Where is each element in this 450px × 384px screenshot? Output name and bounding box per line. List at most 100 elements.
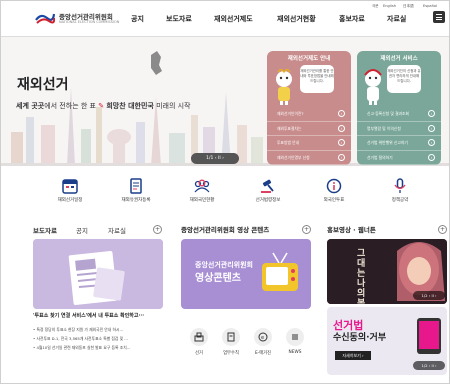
quick-link-registration[interactable]: 재외유권자등록	[103, 178, 169, 203]
nav-system[interactable]: 재외선거제도	[214, 14, 253, 24]
news-item-text: 특정 정당의 투표소 현장 지원 가 재외국민 안내 하시...	[36, 327, 124, 332]
promo-detail-button[interactable]: 자세히보기 ›	[335, 351, 371, 360]
panel-link[interactable]: 재외투표절차는 ›	[267, 122, 351, 136]
panel-link-label: 선거법 질의하기	[367, 154, 393, 160]
video-category-icons: 선거 업무수칙 e E-매거진 NEWS	[181, 326, 311, 376]
nav-press[interactable]: 보도자료	[166, 14, 192, 24]
panel-link-label: 선거법 위반행위 신고하기	[367, 140, 408, 145]
util-link-japanese[interactable]: 日本語	[403, 4, 414, 9]
quick-links-bar: 재외선거일정 재외유권자등록 재외국민현황 선거법령정보 외국인투표 정책공약	[1, 166, 449, 216]
video-banner-text: 중앙선거관리위원회 영상콘텐츠	[195, 259, 253, 285]
video-banner[interactable]: 중앙선거관리위원회 영상콘텐츠	[181, 239, 311, 309]
panel-link[interactable]: 투표방법 안내 ›	[267, 136, 351, 151]
video-category-label: 선거	[195, 351, 203, 356]
video-category-emagazine[interactable]: e E-매거진	[249, 328, 277, 356]
hero-banner: 재외선거 세계 곳곳에서 전하는 한 표 ✎ 희망찬 대한민국 미래의 시작 1…	[1, 37, 449, 166]
quick-link-label: 선거법령정보	[255, 198, 281, 203]
news-item[interactable]: • 4월10일 선거일 관련 재외동포 실천 발표 요구 등록 조치...	[33, 343, 173, 352]
promo-webtoon-banner[interactable]: 선거법 수신동의·거부 자세히보기 › 1/2 ‹ II ›	[327, 307, 447, 375]
arrow-right-icon: ›	[428, 110, 435, 117]
arrow-right-icon: ›	[428, 153, 435, 161]
panel-election-system: 재외선거제도 안내 재외선거관리를 통한 안내와 투표방법을 안내해 드립니다.…	[267, 51, 351, 165]
video-category-news[interactable]: NEWS	[281, 328, 309, 355]
arrow-right-icon: ›	[338, 139, 345, 146]
gavel-icon	[261, 179, 274, 193]
quick-link-label: 재외유권자등록	[121, 198, 151, 203]
panel-link[interactable]: 선거법 질의하기 ›	[357, 151, 441, 165]
svg-text:e: e	[261, 335, 264, 341]
panel-election-service: 재외선거 서비스 재외선거인의 신청과 유권자 편리하게 안내해 드립니다. 신…	[357, 51, 441, 165]
panel-link-label: 재외선거인이란?	[277, 111, 304, 116]
panel-link[interactable]: 재외선거인이란? ›	[267, 107, 351, 122]
panel-bubble: 재외선거관리를 통한 안내와 투표방법을 안내해 드립니다.	[300, 65, 334, 93]
util-link-korean[interactable]: 국문	[372, 4, 379, 9]
panel-link[interactable]: 선거법 위반행위 신고하기 ›	[357, 136, 441, 151]
news-tabs: 보도자료 공지 자료실	[33, 225, 158, 237]
quick-link-schedule[interactable]: 재외선거일정	[37, 178, 103, 203]
hero-sub-bold2: 희망찬 대한민국	[106, 102, 154, 110]
video-category-rules[interactable]: 업무수칙	[217, 328, 245, 356]
menu-icon[interactable]	[433, 11, 445, 23]
news-item[interactable]: • 특정 정당의 투표소 현장 지원 가 재외국민 안내 하시...	[33, 325, 173, 334]
news-headline[interactable]: '투표소 찾기 연결 서비스'에서 내 투표소 확인하고···	[33, 312, 144, 319]
news-item[interactable]: • 사전투표 D-1, 전국 3,565개 사전투표소 특별 점검 및 ...	[33, 334, 173, 343]
video-more-button[interactable]: +	[302, 225, 311, 234]
promo-pager-bottom[interactable]: 1/2 ‹ II ›	[413, 361, 445, 370]
arrow-right-icon: ›	[428, 124, 435, 132]
quick-link-label: 외국인투표	[323, 198, 345, 203]
nav-status[interactable]: 재외선거현황	[277, 14, 316, 24]
panel-link-label: 재외투표절차는	[277, 125, 302, 131]
promo-more-button[interactable]: +	[438, 225, 447, 234]
tab-notice[interactable]: 공지	[76, 225, 88, 235]
news-more-button[interactable]: +	[153, 225, 162, 234]
info-circle-icon	[326, 178, 342, 194]
nav-notice[interactable]: 공지	[131, 14, 144, 24]
util-link-spanish[interactable]: Español	[423, 4, 437, 8]
nav-archive[interactable]: 자료실	[387, 14, 406, 24]
video-section-title: 중앙선거관리위원회 영상 콘텐츠	[181, 226, 270, 234]
quick-link-foreigner[interactable]: 외국인투표	[301, 178, 367, 203]
newspaper-illustration	[33, 239, 163, 309]
promo-pager-top[interactable]: 1/2 ‹ II ›	[413, 291, 445, 300]
nav-promo[interactable]: 홍보자료	[339, 14, 365, 24]
hero-slider-control[interactable]: 1/1 ‹ II ›	[191, 153, 239, 164]
arrow-right-icon: ›	[338, 153, 345, 161]
news-list-icon	[286, 328, 304, 346]
hero-title: 재외선거	[17, 77, 69, 93]
document-list-icon	[130, 178, 142, 194]
promo-video-poster[interactable]: 그대는 나의 봄 1/2 ‹ II ›	[327, 239, 447, 304]
arrow-right-icon: ›	[338, 124, 345, 132]
video-category-election[interactable]: 선거	[185, 328, 213, 356]
quick-link-status[interactable]: 재외국민현황	[169, 178, 235, 203]
panel-link-label: 명부열람 및 이의신청	[367, 125, 401, 131]
hero-sub-bold1: 세계 곳곳	[16, 102, 45, 110]
hero-sub-text1: 에서 전하는 한 표	[44, 102, 96, 110]
quick-link-policy[interactable]: 정책공약	[367, 178, 433, 203]
quick-link-law[interactable]: 선거법령정보	[235, 178, 301, 203]
panel-link-label: 재외선거인명부 신청	[277, 154, 310, 160]
panel-list: 신고·등록신청 및 결과조회 › 명부열람 및 이의신청 › 선거법 위반행위 신고…	[357, 107, 441, 165]
site-header: 중앙선거관리위원회 NATIONAL ELECTION COMMISSION 국…	[1, 1, 449, 37]
retro-tv-icon	[262, 252, 298, 291]
panel-list: 재외선거인이란? › 재외투표절차는 › 투표방법 안내 › 재외선거인명부 신청 ›	[267, 107, 351, 165]
panel-link-label: 투표방법 안내	[277, 140, 300, 145]
promo-banner-line2: 수신동의·거부	[333, 333, 387, 343]
util-link-english[interactable]: English	[383, 4, 396, 8]
video-banner-line1: 중앙선거관리위원회	[195, 261, 253, 269]
video-category-label: 업무수칙	[223, 351, 239, 356]
nec-logo-icon[interactable]	[35, 11, 55, 25]
clipboard-icon	[222, 328, 240, 346]
news-item-text: 4월10일 선거일 관련 재외동포 실천 발표 요구 등록 조치...	[36, 345, 131, 350]
brand-subtitle: NATIONAL ELECTION COMMISSION	[59, 20, 120, 24]
page: 중앙선거관리위원회 NATIONAL ELECTION COMMISSION 국…	[0, 0, 450, 384]
panel-link[interactable]: 신고·등록신청 및 결과조회 ›	[357, 107, 441, 122]
panel-link[interactable]: 재외선거인명부 신청 ›	[267, 151, 351, 165]
news-feature-image[interactable]	[33, 239, 163, 309]
panel-link[interactable]: 명부열람 및 이의신청 ›	[357, 122, 441, 136]
tab-press[interactable]: 보도자료	[33, 225, 57, 235]
video-category-label: E-매거진	[254, 351, 272, 356]
tab-archive[interactable]: 자료실	[108, 225, 126, 235]
promo-poster-title: 그대는 나의 봄	[357, 249, 366, 304]
people-group-icon	[194, 179, 210, 193]
news-list: • 특정 정당의 투표소 현장 지원 가 재외국민 안내 하시... • 사전투…	[33, 325, 173, 352]
